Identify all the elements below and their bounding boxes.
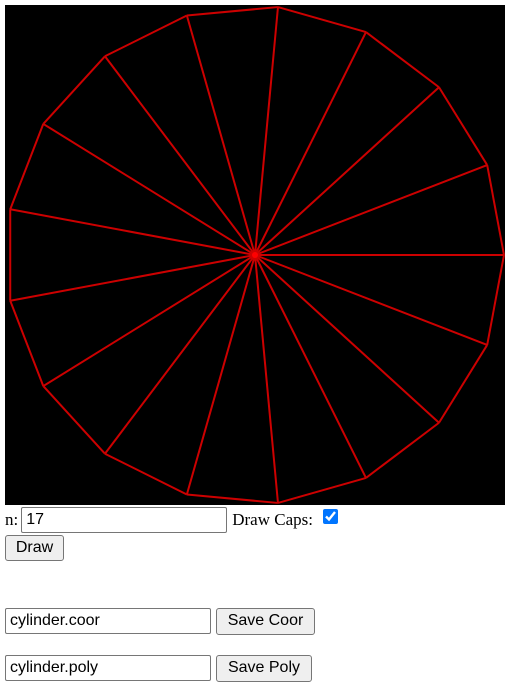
spoke-line xyxy=(104,254,256,455)
spoke-line xyxy=(254,254,440,424)
polygon-edge xyxy=(438,344,489,424)
polygon-edge xyxy=(9,300,45,387)
spoke-line xyxy=(254,86,440,256)
polygon-edge xyxy=(42,55,106,125)
draw-caps-checkbox[interactable] xyxy=(322,508,338,524)
controls-row: n: Draw Caps: xyxy=(5,506,338,534)
save-coor-row: Save Coor xyxy=(5,607,315,635)
polygon-edge xyxy=(186,493,279,504)
spoke-line xyxy=(254,254,488,346)
center-point xyxy=(252,252,258,258)
n-label: n: xyxy=(5,510,19,529)
spoke-line xyxy=(104,55,256,256)
n-input[interactable] xyxy=(21,507,228,533)
polygon-edge xyxy=(277,476,367,504)
polygon-edge xyxy=(42,385,106,455)
draw-button[interactable]: Draw xyxy=(5,535,64,561)
polygon-edge xyxy=(277,6,367,34)
poly-filename-input[interactable] xyxy=(5,655,211,681)
polygon-drawing xyxy=(9,6,505,504)
polygon-edge xyxy=(9,123,45,210)
coor-filename-input[interactable] xyxy=(5,608,211,634)
draw-row: Draw xyxy=(5,535,64,561)
polygon-edge xyxy=(486,164,505,256)
save-poly-button[interactable]: Save Poly xyxy=(216,654,312,682)
polygon-edge xyxy=(365,421,440,479)
spoke-line xyxy=(254,164,488,256)
save-poly-row: Save Poly xyxy=(5,654,312,682)
polygon-edge xyxy=(365,31,440,89)
polygon-edge xyxy=(104,452,188,496)
save-coor-button[interactable]: Save Coor xyxy=(216,607,315,635)
draw-caps-label: Draw Caps: xyxy=(232,510,313,529)
polygon-edge xyxy=(104,14,188,58)
polygon-edge xyxy=(486,254,505,346)
polygon-edge xyxy=(438,86,489,166)
polygon-edge xyxy=(186,6,279,17)
drawing-canvas[interactable] xyxy=(5,5,505,505)
